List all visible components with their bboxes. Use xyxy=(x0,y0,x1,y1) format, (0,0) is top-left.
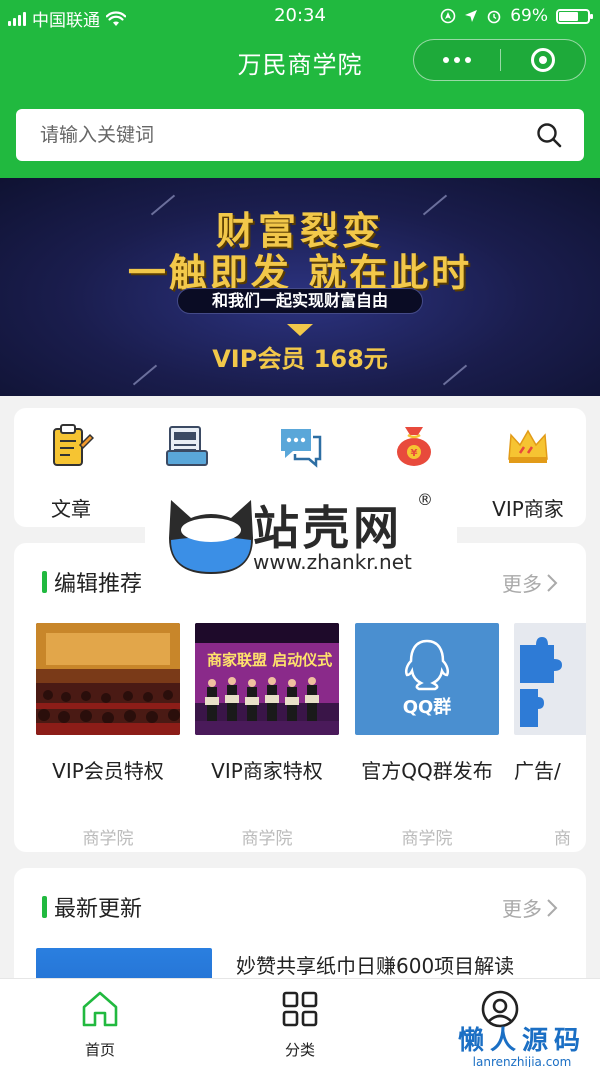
promo-banner[interactable]: 财富裂变 一触即发 就在此时 和我们一起实现财富自由 VIP会员 168元 xyxy=(0,178,600,396)
recommend-item[interactable]: VIP会员特权 商学院 xyxy=(36,623,180,849)
site-watermark: 站壳网 ® www.zhankr.net xyxy=(145,490,457,582)
category-item-vip[interactable]: VIP商家 xyxy=(473,423,583,522)
latest-header: 最新更新 更多 xyxy=(14,868,586,944)
recommend-title: 编辑推荐 xyxy=(54,572,143,597)
banner-triangle xyxy=(287,324,313,336)
latest-more-link[interactable]: 更多 xyxy=(502,893,558,922)
chevron-right-icon xyxy=(547,573,558,592)
qq-group-text: QQ群 xyxy=(403,696,452,718)
recommend-card: 编辑推荐 更多 VIP会员特权 商学院 商家联盟 启动仪式 VIP商家特权 商学… xyxy=(14,543,586,852)
recommend-item-source: 商学院 xyxy=(401,829,453,849)
battery-icon xyxy=(556,8,593,24)
crown-icon xyxy=(508,429,548,463)
corner-watermark-title: 懒人源码 xyxy=(457,1026,586,1056)
recommend-list: VIP会员特权 商学院 商家联盟 启动仪式 VIP商家特权 商学院 QQ群 官方… xyxy=(36,623,586,852)
clipboard-icon xyxy=(53,424,95,466)
recommend-item-source: 商 xyxy=(554,829,571,849)
recommend-more-link[interactable]: 更多 xyxy=(502,568,558,597)
home-icon xyxy=(82,991,118,1027)
watermark-brand: 站壳网 xyxy=(253,501,403,555)
recommend-item-title: 官方QQ群发布 xyxy=(361,759,493,783)
cat-logo-icon xyxy=(169,500,253,574)
recommend-item-title: 广告/ xyxy=(514,759,561,783)
category-item-news[interactable] xyxy=(132,423,242,493)
status-right: 69% xyxy=(440,6,593,26)
corner-watermark: 懒人源码 lanrenzhijia.com xyxy=(452,1020,592,1067)
recommend-item-title: VIP商家特权 xyxy=(211,759,323,783)
money-bag-icon: ¥ xyxy=(397,427,431,466)
target-icon xyxy=(531,48,555,72)
recommend-item[interactable]: QQ群 官方QQ群发布 商学院 xyxy=(355,623,499,849)
svg-text:¥: ¥ xyxy=(411,448,418,459)
tab-label: 分类 xyxy=(284,1041,315,1059)
banner-price: VIP会员 168元 xyxy=(212,345,388,373)
close-miniprogram-button[interactable] xyxy=(501,40,585,80)
recommend-thumb-puzzle xyxy=(514,623,586,735)
section-accent-bar xyxy=(42,896,47,918)
newspaper-icon xyxy=(166,426,208,466)
nav-bar: 万民商学院 xyxy=(0,32,600,90)
recommend-thumb-qq: QQ群 xyxy=(355,623,499,735)
miniprogram-capsule xyxy=(413,39,586,81)
more-label: 更多 xyxy=(502,897,542,921)
recommend-thumb-auditorium xyxy=(36,623,180,735)
recommend-thumb-ceremony: 商家联盟 启动仪式 xyxy=(195,623,339,735)
more-label: 更多 xyxy=(502,572,542,596)
watermark-reg: ® xyxy=(417,490,433,509)
more-menu-button[interactable] xyxy=(414,40,500,80)
category-item-money[interactable]: ¥ xyxy=(359,423,469,493)
search-box[interactable] xyxy=(16,109,584,161)
category-item-chat[interactable] xyxy=(245,423,355,493)
status-bar: 中国联通 20:34 69% xyxy=(0,0,600,32)
search-icon[interactable] xyxy=(536,122,562,148)
category-label: 文章 xyxy=(51,497,91,521)
tab-category[interactable]: 分类 xyxy=(240,989,360,1060)
banner-tagline: 和我们一起实现财富自由 xyxy=(177,288,423,314)
search-area xyxy=(0,90,600,178)
location-arrow-icon xyxy=(465,10,478,22)
tab-label: 首页 xyxy=(84,1041,115,1059)
section-accent-bar xyxy=(42,571,47,593)
recommend-item-title: VIP会员特权 xyxy=(52,759,164,783)
watermark-url: www.zhankr.net xyxy=(253,550,412,574)
chevron-right-icon xyxy=(547,898,558,917)
battery-text: 69% xyxy=(510,6,548,26)
grid-icon xyxy=(282,991,318,1027)
recommend-item[interactable]: 商家联盟 启动仪式 VIP商家特权 商学院 xyxy=(195,623,339,849)
category-label: VIP商家 xyxy=(492,497,564,521)
latest-item-title[interactable]: 妙赞共享纸巾日赚600项目解读 xyxy=(236,950,514,979)
corner-watermark-url: lanrenzhijia.com xyxy=(472,1055,572,1067)
latest-title: 最新更新 xyxy=(54,897,143,922)
search-input[interactable] xyxy=(40,109,520,161)
ceremony-banner-text: 商家联盟 启动仪式 xyxy=(207,651,332,669)
chat-icon xyxy=(281,429,322,468)
recommend-item-source: 商学院 xyxy=(82,829,134,849)
location-lock-icon xyxy=(440,8,456,24)
recommend-item[interactable]: 广告/ 商 xyxy=(514,623,586,849)
category-item-article[interactable]: 文章 xyxy=(16,423,126,522)
alarm-icon xyxy=(487,10,501,24)
tab-home[interactable]: 首页 xyxy=(40,989,160,1060)
recommend-item-source: 商学院 xyxy=(241,829,293,849)
